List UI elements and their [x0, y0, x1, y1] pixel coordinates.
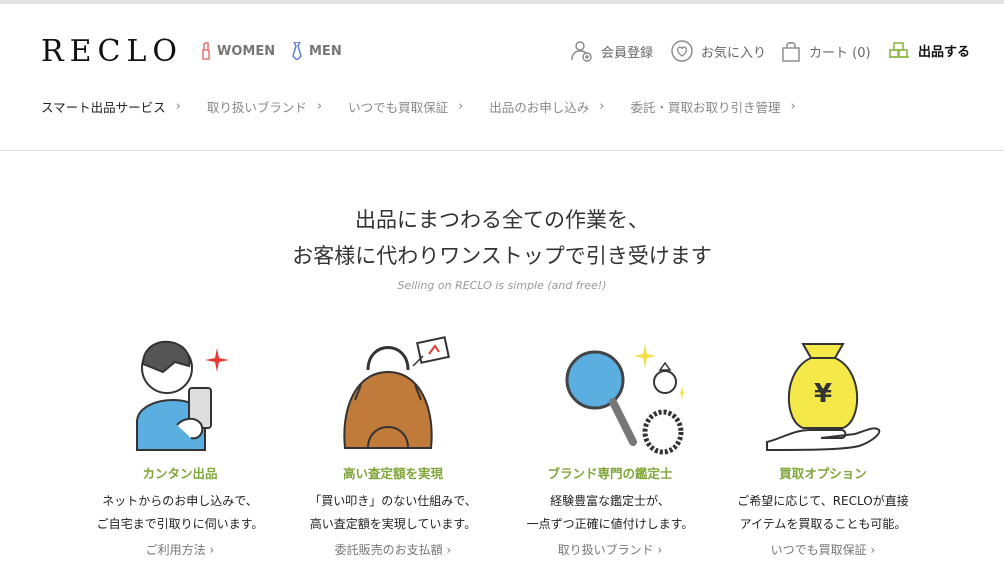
register-link[interactable]: 会員登録 [571, 40, 653, 62]
feature-high-appraisal: 高い査定額を実現 「買い叩き」のない仕組みで、 高い査定額を実現しています。 委… [293, 325, 493, 558]
cart-link[interactable]: カート (0) [781, 40, 871, 62]
header-divider [0, 150, 1004, 151]
chevron-right-icon: › [446, 543, 452, 557]
chevron-right-icon: › [316, 99, 323, 114]
women-link[interactable]: WOMEN [201, 42, 275, 60]
feature-link-buyback-guarantee[interactable]: いつでも買取保証 › [723, 541, 923, 558]
sub-navigation: スマート出品サービス › 取り扱いブランド › いつでも買取保証 › 出品のお申し込み… [41, 97, 822, 116]
women-label: WOMEN [217, 43, 276, 59]
chevron-right-icon: › [790, 99, 796, 114]
hero-headline-line1: 出品にまつわる全ての作業を、 [355, 208, 649, 232]
feature-easy-listing: カンタン出品 ネットからのお申し込みで、 ご自宅まで引取りに伺います。 ご利用方… [80, 325, 280, 558]
feature-link-usage[interactable]: ご利用方法 › [80, 541, 280, 558]
person-with-phone-illustration [136, 340, 229, 451]
feature-brand-appraiser: ブランド専門の鑑定士 経験豊富な鑑定士が、 一点ずつ正確に値付けします。 取り扱… [510, 325, 710, 558]
sell-label: 出品する [918, 44, 971, 60]
feature-link-payment[interactable]: 委託販売のお支払額 › [293, 541, 493, 558]
men-link[interactable]: MEN [291, 42, 342, 60]
handbag-illustration [343, 336, 450, 449]
feature-description: 「買い叩き」のない仕組みで、 高い査定額を実現しています。 [309, 494, 477, 531]
chevron-right-icon: › [599, 99, 605, 114]
feature-title: 高い査定額を実現 [342, 466, 443, 481]
feature-description: ご希望に応じて、RECLOが直接 アイテムを買取ることも可能。 [737, 494, 909, 531]
feature-description: 経験豊富な鑑定士が、 一点ずつ正確に値付けします。 [526, 494, 694, 531]
feature-link-brands[interactable]: 取り扱いブランド › [510, 541, 710, 558]
men-label: MEN [309, 43, 342, 59]
money-bag-hand-illustration: ¥ [766, 343, 881, 452]
user-add-icon [571, 41, 592, 62]
hero-subtitle: Selling on RECLO is simple (and free!) [397, 279, 607, 292]
feature-title: カンタン出品 [142, 466, 218, 481]
subnav-item-brands[interactable]: 取り扱いブランド › [207, 97, 322, 116]
chevron-right-icon: › [209, 543, 215, 557]
cart-label: カート (0) [809, 45, 871, 61]
subnav-item-transaction-management[interactable]: 委託・買取お取り引き管理 › [631, 97, 796, 116]
subnav-item-buyback-guarantee[interactable]: いつでも買取保証 › [348, 97, 463, 116]
subnav-item-smart-sell[interactable]: スマート出品サービス › [41, 97, 181, 116]
subnav-item-application[interactable]: 出品のお申し込み › [489, 97, 604, 116]
chevron-right-icon: › [657, 543, 663, 557]
magnifier-jewelry-illustration [565, 344, 685, 455]
necktie-icon [292, 42, 302, 60]
sell-button[interactable]: 出品する [888, 40, 970, 60]
shopping-bag-icon [782, 42, 800, 62]
feature-title: 買取オプション [779, 466, 867, 481]
top-bar [0, 0, 1004, 4]
site-logo[interactable]: RECLO [41, 34, 183, 69]
chevron-right-icon: › [870, 543, 876, 557]
heart-icon [671, 40, 693, 62]
sell-boxes-icon [889, 42, 909, 58]
register-label: 会員登録 [601, 45, 654, 61]
feature-buyback-option: ¥ 買取オプション ご希望に応じて、RECLOが直接 アイテムを買取ることも可能… [723, 325, 923, 558]
favorites-label: お気に入り [701, 45, 767, 61]
lipstick-icon [202, 42, 210, 60]
favorites-link[interactable]: お気に入り [671, 40, 766, 62]
chevron-right-icon: › [458, 99, 464, 114]
svg-text:¥: ¥ [814, 379, 832, 409]
hero-headline-line2: お客様に代わりワンストップで引き受けます [292, 244, 712, 268]
feature-description: ネットからのお申し込みで、 ご自宅まで引取りに伺います。 [96, 494, 264, 531]
chevron-right-icon: › [175, 99, 181, 114]
feature-title: ブランド専門の鑑定士 [547, 466, 673, 481]
